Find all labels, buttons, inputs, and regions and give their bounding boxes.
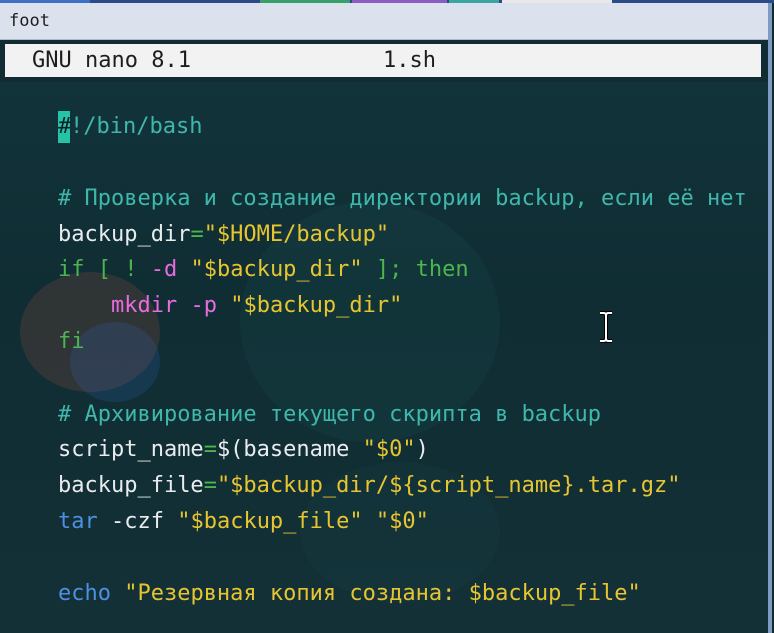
window-titlebar[interactable]: foot — [0, 3, 768, 40]
code-line-10[interactable]: script_name=$(basename "$0") — [5, 402, 429, 462]
string-echo-message: "Резервная копия создана: $backup_file" — [124, 581, 641, 606]
nano-filename: 1.sh — [383, 48, 436, 73]
code-line-11[interactable]: backup_file="$backup_dir/${script_name}.… — [5, 438, 681, 498]
keyword-fi: fi — [57, 329, 85, 354]
builtin-echo: echo — [57, 581, 111, 606]
keyword-then: then — [415, 257, 469, 282]
shebang-text: !/bin/bash — [69, 114, 203, 139]
ibeam-cursor-icon — [600, 311, 612, 343]
command-tar: tar — [57, 509, 98, 534]
terminal-window: foot GNU nano 8.1 1.sh #!/bin/bash # Про… — [0, 3, 772, 633]
nano-header-bar: GNU nano 8.1 1.sh — [5, 44, 761, 77]
code-line-12[interactable]: tar -czf "$backup_file" "$0" — [5, 474, 429, 534]
command-mkdir: mkdir — [110, 293, 178, 318]
code-line-7[interactable]: fi — [5, 294, 85, 354]
code-line-6[interactable]: mkdir -p "$backup_dir" — [5, 258, 402, 318]
code-line-1[interactable]: #!/bin/bash — [5, 79, 202, 143]
code-line-3[interactable]: # Проверка и создание директории backup,… — [5, 151, 747, 211]
code-line-14[interactable]: echo "Резервная копия создана: $backup_f… — [5, 546, 641, 606]
window-title: foot — [9, 11, 50, 31]
code-line-9[interactable]: # Архивирование текущего скрипта в backu… — [5, 367, 601, 427]
code-line-4[interactable]: backup_dir="$HOME/backup" — [5, 187, 389, 247]
text-cursor: # — [57, 111, 71, 143]
nano-version: GNU nano 8.1 — [32, 48, 191, 73]
code-line-5[interactable]: if [ ! -d "$backup_dir" ]; then — [5, 222, 469, 282]
